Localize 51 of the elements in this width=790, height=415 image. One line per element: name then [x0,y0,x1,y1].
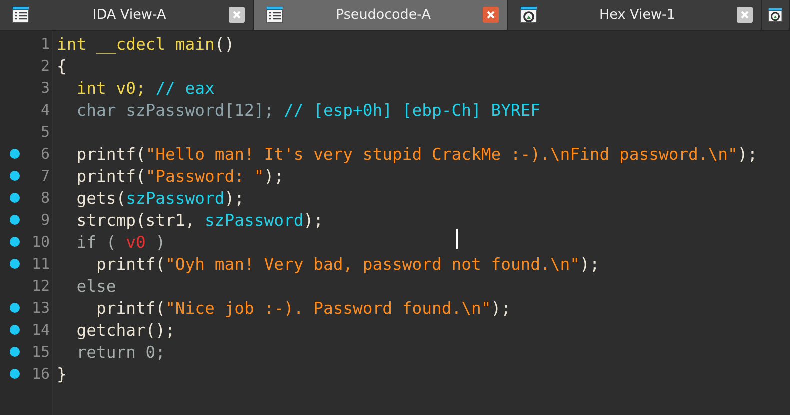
line-number: 12 [30,277,50,295]
code-line: return 0; [76,342,166,363]
line-number: 7 [40,167,50,185]
tab-icon [768,6,783,24]
line-number: 8 [40,189,50,207]
line-number: 2 [40,57,50,75]
close-icon[interactable] [483,7,499,23]
code-line: printf("Hello man! It's very stupid CrackMe :-).\nFind password.\n"); [76,144,758,165]
line-number: 4 [40,101,50,119]
breakpoint-dot[interactable] [10,215,20,225]
code-line: { [57,56,67,77]
line-number: 13 [30,299,50,317]
code-line: printf("Password: "); [76,166,284,187]
tab[interactable]: IDA View-A [0,0,254,30]
code-line: gets(szPassword); [76,188,245,209]
line-number: 10 [30,233,50,251]
line-number: 9 [40,211,50,229]
line-number: 11 [30,255,50,273]
breakpoint-dot[interactable] [10,347,20,357]
breakpoint-dot[interactable] [10,193,20,203]
code-line: char szPassword[12]; // [esp+0h] [ebp-Ch] BYREF [76,100,541,121]
breakpoint-dot[interactable] [10,149,20,159]
tab[interactable] [762,0,790,30]
breakpoint-dot[interactable] [10,325,20,335]
code-line: } [57,364,67,385]
line-number: 16 [30,365,50,383]
code-line: else [76,276,116,297]
breakpoint-dot[interactable] [10,171,20,181]
breakpoint-dot[interactable] [10,237,20,247]
breakpoint-dot[interactable] [10,259,20,269]
tab[interactable]: Hex View-1 [508,0,762,30]
code-line: strcmp(str1, szPassword); [76,210,324,231]
text-cursor [456,229,458,249]
tab[interactable]: Pseudocode-A [254,0,508,30]
line-number: 15 [30,343,50,361]
code-line: printf("Nice job :-). Password found.\n"); [95,298,511,319]
line-number: 3 [40,79,50,97]
code-line: getchar(); [76,320,176,341]
breakpoint-dot[interactable] [10,369,20,379]
breakpoint-dot[interactable] [10,303,20,313]
line-number: 6 [40,145,50,163]
line-number: 5 [40,123,50,141]
code-line: int v0; // eax [76,78,215,99]
line-number: 14 [30,321,50,339]
code-line: if ( v0 ) [76,232,166,253]
hex-view-icon [520,6,538,24]
line-number: 1 [40,35,50,53]
list-icon [266,6,284,24]
code-line: printf("Oyh man! Very bad, password not found.\n"); [95,254,600,275]
code-line: int __cdecl main() [57,34,235,55]
list-icon [12,6,30,24]
